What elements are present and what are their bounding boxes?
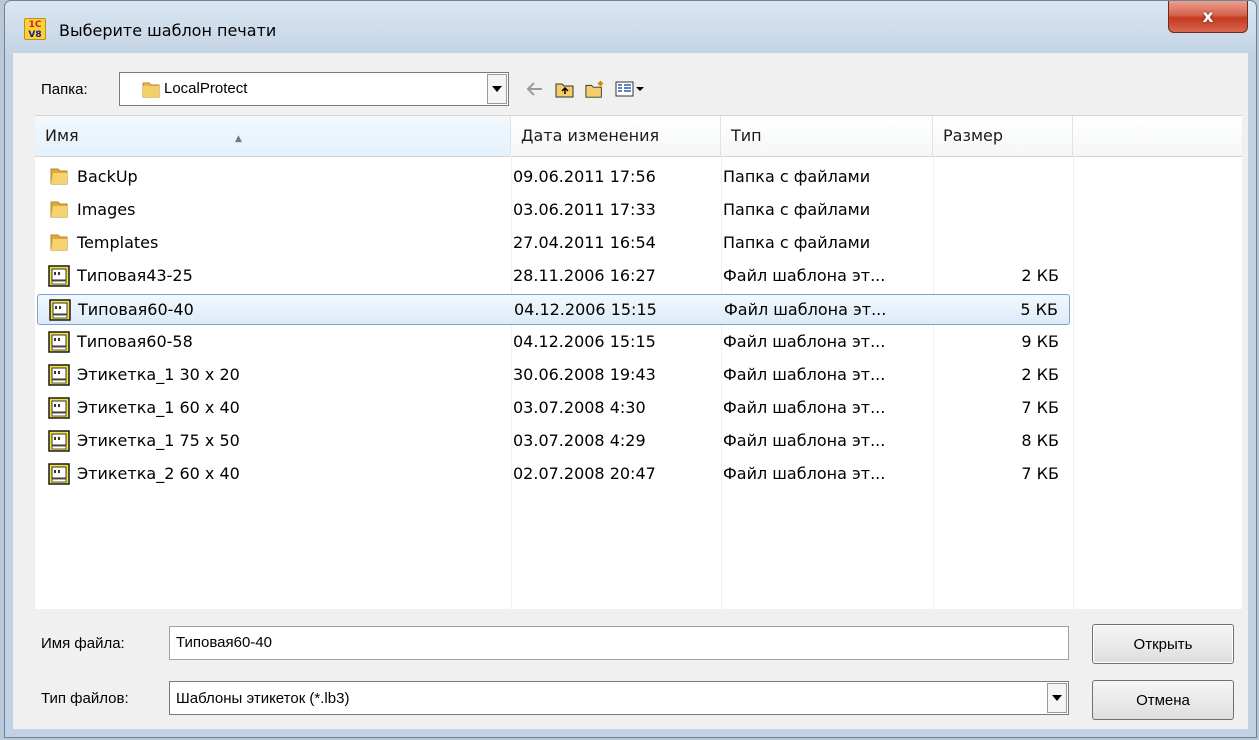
up-folder-icon[interactable] [555, 79, 575, 99]
file-name: Этикетка_1 60 x 40 [77, 398, 240, 417]
file-date: 09.06.2011 17:56 [513, 167, 656, 186]
folder-select[interactable]: LocalProtect [119, 72, 509, 106]
file-row[interactable]: BackUp 09.06.2011 17:56 Папка с файлами [37, 162, 1070, 193]
column-header-size[interactable]: Размер [933, 116, 1073, 156]
close-button[interactable]: x [1168, 1, 1248, 33]
new-folder-icon[interactable] [585, 79, 605, 99]
file-date: 02.07.2008 20:47 [513, 464, 656, 483]
label-template-file-icon [48, 364, 70, 390]
file-size: 7 КБ [1021, 398, 1059, 417]
file-date: 04.12.2006 15:15 [514, 300, 657, 319]
filename-input[interactable]: Типовая60-40 [169, 626, 1069, 660]
file-type: Файл шаблона эт... [723, 266, 886, 285]
file-size: 9 КБ [1021, 332, 1059, 351]
file-name: Типовая60-58 [77, 332, 193, 351]
label-template-file-icon [48, 397, 70, 423]
file-date: 03.07.2008 4:30 [513, 398, 646, 417]
file-row[interactable]: Этикетка_1 60 x 40 03.07.2008 4:30 Файл ша… [37, 393, 1070, 424]
filename-label: Имя файла: [41, 635, 125, 652]
back-arrow-icon[interactable] [525, 79, 545, 99]
file-type: Файл шаблона эт... [723, 431, 886, 450]
file-row[interactable]: Типовая43-25 28.11.2006 16:27 Файл шаблона… [37, 261, 1070, 292]
list-header: Имя ▲ Дата изменения Тип Размер [35, 116, 1242, 157]
file-row[interactable]: Этикетка_1 75 x 50 03.07.2008 4:29 Файл ша… [37, 426, 1070, 457]
file-name: Templates [77, 233, 159, 252]
file-name: Этикетка_2 60 x 40 [77, 464, 240, 483]
filetype-label: Тип файлов: [41, 690, 129, 707]
file-type: Файл шаблона эт... [723, 464, 886, 483]
file-row[interactable]: Этикетка_1 30 x 20 30.06.2008 19:43 Файл ш… [37, 360, 1070, 391]
file-name: Этикетка_1 30 x 20 [77, 365, 240, 384]
window-title: Выберите шаблон печати [59, 21, 277, 40]
file-type: Папка с файлами [723, 233, 871, 252]
label-template-file-icon [49, 299, 71, 325]
folder-dropdown-arrow[interactable] [487, 74, 507, 104]
column-header-size-label: Размер [943, 126, 1004, 145]
app-1c-icon: 1С V8 [24, 18, 46, 40]
file-list[interactable]: Имя ▲ Дата изменения Тип Размер BackUp 09… [35, 115, 1242, 609]
filetype-select[interactable]: Шаблоны этикеток (*.lb3) [169, 681, 1069, 715]
file-row[interactable]: Типовая60-40 04.12.2006 15:15 Файл шаблона… [37, 294, 1070, 325]
column-header-date-label: Дата изменения [521, 126, 660, 145]
file-size: 2 КБ [1021, 365, 1059, 384]
file-size: 2 КБ [1021, 266, 1059, 285]
file-dialog-window: 1С V8 Выберите шаблон печати x Папка: Lo… [4, 0, 1257, 738]
file-type: Файл шаблона эт... [723, 332, 886, 351]
filetype-dropdown-arrow[interactable] [1047, 683, 1067, 713]
file-date: 30.06.2008 19:43 [513, 365, 656, 384]
open-button[interactable]: Открыть [1092, 624, 1234, 664]
cancel-button[interactable]: Отмена [1092, 680, 1234, 720]
title-bar[interactable]: 1С V8 Выберите шаблон печати x [5, 1, 1256, 51]
file-row[interactable]: Images 03.06.2011 17:33 Папка с файлами [37, 195, 1070, 226]
file-size: 5 КБ [1020, 300, 1058, 319]
file-type: Папка с файлами [723, 167, 871, 186]
file-type: Файл шаблона эт... [723, 365, 886, 384]
file-row[interactable]: Templates 27.04.2011 16:54 Папка с файлами [37, 228, 1070, 259]
folder-icon [49, 232, 69, 256]
label-template-file-icon [48, 265, 70, 291]
view-menu-icon[interactable] [615, 79, 645, 99]
label-template-file-icon [48, 331, 70, 357]
navigation-toolbar [525, 79, 645, 99]
file-size: 8 КБ [1021, 431, 1059, 450]
dialog-client-area: Папка: LocalProtect Имя ▲ Дата изменения… [13, 53, 1248, 729]
file-type: Файл шаблона эт... [724, 300, 887, 319]
folder-icon [142, 80, 160, 102]
file-row[interactable]: Типовая60-58 04.12.2006 15:15 Файл шаблона… [37, 327, 1070, 358]
file-row[interactable]: Этикетка_2 60 x 40 02.07.2008 20:47 Файл ш… [37, 459, 1070, 490]
folder-icon [49, 199, 69, 223]
column-header-name-label: Имя [45, 126, 79, 145]
file-name: Типовая43-25 [77, 266, 193, 285]
column-header-date[interactable]: Дата изменения [511, 116, 721, 156]
label-template-file-icon [48, 430, 70, 456]
file-date: 27.04.2011 16:54 [513, 233, 656, 252]
column-header-name[interactable]: Имя ▲ [35, 116, 511, 156]
close-icon: x [1202, 6, 1214, 27]
file-date: 03.07.2008 4:29 [513, 431, 646, 450]
file-date: 03.06.2011 17:33 [513, 200, 656, 219]
file-date: 04.12.2006 15:15 [513, 332, 656, 351]
column-header-type-label: Тип [731, 126, 762, 145]
file-name: Этикетка_1 75 x 50 [77, 431, 240, 450]
label-template-file-icon [48, 463, 70, 489]
folder-value: LocalProtect [164, 80, 248, 97]
file-name: Images [77, 200, 136, 219]
filetype-value: Шаблоны этикеток (*.lb3) [176, 690, 350, 707]
file-name: BackUp [77, 167, 138, 186]
file-date: 28.11.2006 16:27 [513, 266, 656, 285]
folder-label: Папка: [41, 81, 88, 98]
file-type: Папка с файлами [723, 200, 871, 219]
column-header-type[interactable]: Тип [721, 116, 933, 156]
folder-icon [49, 166, 69, 190]
file-size: 7 КБ [1021, 464, 1059, 483]
column-divider [1073, 156, 1074, 609]
file-type: Файл шаблона эт... [723, 398, 886, 417]
file-name: Типовая60-40 [78, 300, 194, 319]
sort-ascending-icon: ▲ [235, 134, 242, 144]
